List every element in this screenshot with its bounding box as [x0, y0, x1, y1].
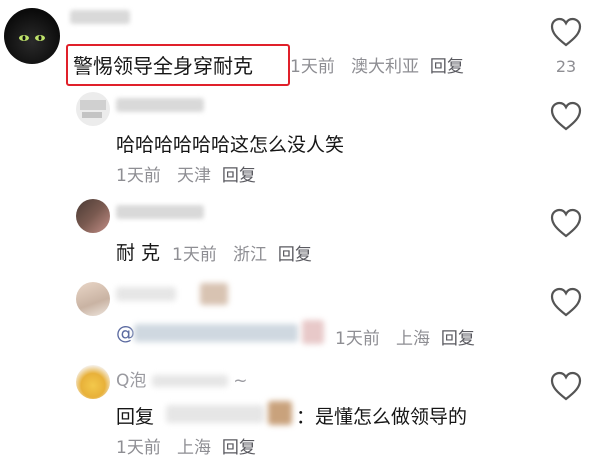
reply-button[interactable]: 回复 — [441, 329, 475, 349]
reply-button[interactable]: 回复 — [278, 245, 312, 265]
comment-time: 1天前 — [335, 329, 380, 349]
like-count: 23 — [555, 57, 577, 76]
username-redacted[interactable] — [116, 205, 204, 219]
comment-time: 1天前 — [290, 57, 335, 77]
avatar[interactable] — [76, 282, 110, 316]
comment-text: 警惕领导全身穿耐克 — [73, 54, 253, 78]
comment-location: 天津 — [177, 166, 212, 186]
comment-location: 浙江 — [233, 245, 268, 265]
comment-meta: 1天前 天津 回复 — [116, 161, 256, 186]
reply-button[interactable]: 回复 — [430, 57, 464, 77]
emoji-redacted — [302, 320, 324, 344]
avatar[interactable] — [76, 365, 110, 399]
username-redacted[interactable] — [70, 10, 130, 24]
reply-target-redacted[interactable] — [166, 405, 264, 423]
mention-prefix: @ — [116, 322, 135, 344]
reply-prefix: 回复 — [116, 406, 155, 428]
comment-meta: 1天前 浙江 回复 — [172, 240, 312, 265]
comment-text: 耐 克 — [116, 242, 161, 264]
heart-icon — [550, 287, 582, 317]
like-button[interactable] — [549, 207, 583, 243]
heart-icon — [550, 17, 582, 47]
comment-text: 哈哈哈哈哈哈这怎么没人笑 — [116, 134, 345, 156]
comment-location: 上海 — [177, 438, 212, 458]
comment-meta: 1天前 上海 回复 — [335, 324, 475, 349]
reply-button[interactable]: 回复 — [222, 166, 256, 186]
comment-meta: 1天前 上海 回复 — [116, 433, 256, 458]
heart-icon — [550, 371, 582, 401]
emoji-redacted — [268, 401, 292, 425]
comment-meta: 1天前 澳大利亚 回复 — [290, 52, 464, 77]
comment-time: 1天前 — [116, 438, 161, 458]
username-redacted[interactable] — [116, 98, 204, 112]
emoji-redacted — [200, 283, 228, 305]
like-button[interactable] — [549, 286, 583, 322]
mention-redacted[interactable] — [134, 324, 298, 342]
avatar[interactable] — [76, 92, 110, 126]
heart-icon — [550, 101, 582, 131]
avatar[interactable] — [4, 8, 60, 64]
like-button[interactable] — [549, 16, 583, 52]
username-partial: Q泡 — [116, 371, 147, 391]
username[interactable]: Q泡 ~ — [116, 366, 247, 391]
comment-text: ：是懂怎么做领导的 — [296, 406, 468, 428]
like-button[interactable] — [549, 370, 583, 406]
comment-time: 1天前 — [172, 245, 217, 265]
reply-button[interactable]: 回复 — [222, 438, 256, 458]
avatar[interactable] — [76, 199, 110, 233]
like-button[interactable] — [549, 100, 583, 136]
comment-time: 1天前 — [116, 166, 161, 186]
username-redacted[interactable] — [116, 287, 176, 301]
username-redacted — [151, 375, 228, 387]
comment-location: 澳大利亚 — [351, 57, 420, 77]
comment-location: 上海 — [396, 329, 431, 349]
heart-icon — [550, 208, 582, 238]
username-tail: ~ — [233, 371, 248, 391]
